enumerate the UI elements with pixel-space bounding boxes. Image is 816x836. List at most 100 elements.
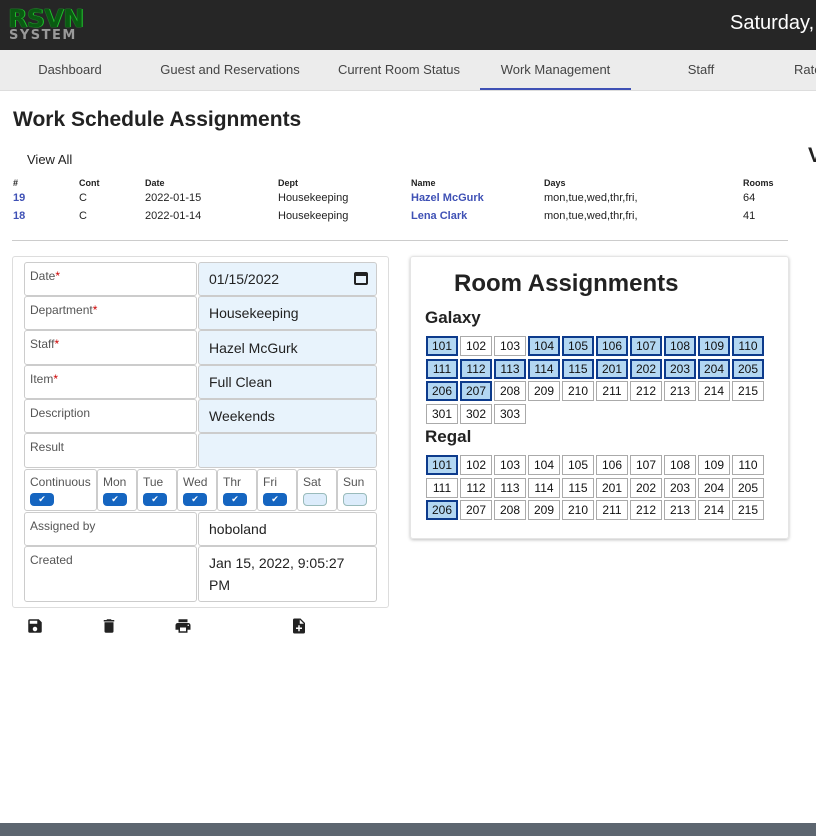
room-cell-regal-209[interactable]: 209 — [528, 500, 560, 521]
room-cell-regal-105[interactable]: 105 — [562, 455, 594, 475]
fri-checkbox[interactable]: Fri ✔ — [257, 469, 297, 511]
col-header-days[interactable]: Days — [544, 178, 566, 188]
room-cell-regal-106[interactable]: 106 — [596, 455, 628, 475]
room-cell-regal-114[interactable]: 114 — [528, 477, 560, 498]
room-cell-regal-201[interactable]: 201 — [596, 477, 628, 498]
room-cell-galaxy-214[interactable]: 214 — [698, 381, 730, 402]
view-all-button[interactable]: View All — [27, 152, 72, 167]
room-cell-galaxy-209[interactable]: 209 — [528, 381, 560, 402]
room-cell-regal-110[interactable]: 110 — [732, 455, 764, 475]
col-header-dept[interactable]: Dept — [278, 178, 298, 188]
staff-select[interactable]: Hazel McGurk — [198, 330, 377, 365]
room-cell-regal-101[interactable]: 101 — [426, 455, 458, 475]
thr-checkbox[interactable]: Thr ✔ — [217, 469, 257, 511]
room-cell-galaxy-105[interactable]: 105 — [562, 336, 594, 356]
room-cell-regal-107[interactable]: 107 — [630, 455, 662, 475]
tab-current-room-status[interactable]: Current Room Status — [335, 50, 463, 90]
room-cell-regal-205[interactable]: 205 — [732, 477, 764, 498]
room-cell-galaxy-212[interactable]: 212 — [630, 381, 662, 402]
room-cell-galaxy-104[interactable]: 104 — [528, 336, 560, 356]
calendar-icon[interactable] — [354, 272, 368, 285]
item-select[interactable]: Full Clean — [198, 365, 377, 399]
room-cell-regal-208[interactable]: 208 — [494, 500, 526, 521]
room-cell-galaxy-108[interactable]: 108 — [664, 336, 696, 356]
room-cell-galaxy-112[interactable]: 112 — [460, 358, 492, 379]
description-input[interactable]: Weekends — [198, 399, 377, 433]
room-cell-galaxy-111[interactable]: 111 — [426, 358, 458, 379]
room-cell-regal-206[interactable]: 206 — [426, 500, 458, 521]
room-cell-galaxy-215[interactable]: 215 — [732, 381, 764, 402]
room-cell-galaxy-106[interactable]: 106 — [596, 336, 628, 356]
room-cell-galaxy-207[interactable]: 207 — [460, 381, 492, 402]
room-cell-galaxy-103[interactable]: 103 — [494, 336, 526, 356]
new-document-icon[interactable] — [290, 617, 308, 635]
room-cell-galaxy-206[interactable]: 206 — [426, 381, 458, 402]
row-name-link[interactable]: Hazel McGurk — [411, 192, 484, 204]
room-cell-regal-212[interactable]: 212 — [630, 500, 662, 521]
room-cell-regal-210[interactable]: 210 — [562, 500, 594, 521]
room-cell-regal-211[interactable]: 211 — [596, 500, 628, 521]
mon-checkbox[interactable]: Mon ✔ — [97, 469, 137, 511]
row-id-link[interactable]: 18 — [13, 210, 25, 222]
col-header-name[interactable]: Name — [411, 178, 436, 188]
room-cell-galaxy-101[interactable]: 101 — [426, 336, 458, 356]
tab-staff[interactable]: Staff — [678, 50, 724, 90]
delete-icon[interactable] — [100, 617, 118, 635]
room-cell-galaxy-301[interactable]: 301 — [426, 403, 458, 424]
room-cell-galaxy-202[interactable]: 202 — [630, 358, 662, 379]
room-cell-galaxy-114[interactable]: 114 — [528, 358, 560, 379]
room-cell-regal-104[interactable]: 104 — [528, 455, 560, 475]
tab-guest-and-reservations[interactable]: Guest and Reservations — [155, 50, 305, 90]
room-cell-regal-214[interactable]: 214 — [698, 500, 730, 521]
room-cell-galaxy-210[interactable]: 210 — [562, 381, 594, 402]
col-header-date[interactable]: Date — [145, 178, 165, 188]
tab-dashboard[interactable]: Dashboard — [30, 50, 110, 90]
room-cell-galaxy-208[interactable]: 208 — [494, 381, 526, 402]
room-cell-regal-203[interactable]: 203 — [664, 477, 696, 498]
room-cell-galaxy-115[interactable]: 115 — [562, 358, 594, 379]
room-cell-regal-108[interactable]: 108 — [664, 455, 696, 475]
tue-checkbox[interactable]: Tue ✔ — [137, 469, 177, 511]
room-cell-regal-112[interactable]: 112 — [460, 477, 492, 498]
room-cell-galaxy-204[interactable]: 204 — [698, 358, 730, 379]
row-id-link[interactable]: 19 — [13, 192, 25, 204]
tab-work-management[interactable]: Work Management — [480, 50, 631, 90]
room-cell-regal-113[interactable]: 113 — [494, 477, 526, 498]
room-cell-regal-109[interactable]: 109 — [698, 455, 730, 475]
result-input[interactable] — [198, 433, 377, 468]
room-cell-galaxy-102[interactable]: 102 — [460, 336, 492, 356]
col-header-rooms[interactable]: Rooms — [743, 178, 774, 188]
room-cell-galaxy-113[interactable]: 113 — [494, 358, 526, 379]
room-cell-regal-102[interactable]: 102 — [460, 455, 492, 475]
room-cell-regal-103[interactable]: 103 — [494, 455, 526, 475]
room-cell-galaxy-201[interactable]: 201 — [596, 358, 628, 379]
room-cell-regal-204[interactable]: 204 — [698, 477, 730, 498]
sat-checkbox[interactable]: Sat — [297, 469, 337, 511]
room-cell-galaxy-211[interactable]: 211 — [596, 381, 628, 402]
app-logo[interactable]: RSVN SYSTEM — [8, 4, 84, 43]
tab-rate[interactable]: Rate — [794, 50, 816, 90]
save-icon[interactable] — [26, 617, 44, 635]
room-cell-galaxy-302[interactable]: 302 — [460, 403, 492, 424]
room-cell-galaxy-213[interactable]: 213 — [664, 381, 696, 402]
room-cell-galaxy-110[interactable]: 110 — [732, 336, 764, 356]
room-cell-regal-215[interactable]: 215 — [732, 500, 764, 521]
room-cell-galaxy-109[interactable]: 109 — [698, 336, 730, 356]
room-cell-galaxy-303[interactable]: 303 — [494, 403, 526, 424]
room-cell-regal-115[interactable]: 115 — [562, 477, 594, 498]
room-cell-galaxy-203[interactable]: 203 — [664, 358, 696, 379]
date-input[interactable]: 01/15/2022 — [198, 262, 377, 296]
room-cell-galaxy-205[interactable]: 205 — [732, 358, 764, 379]
room-cell-regal-202[interactable]: 202 — [630, 477, 662, 498]
row-name-link[interactable]: Lena Clark — [411, 210, 467, 222]
col-header-cont[interactable]: Cont — [79, 178, 100, 188]
sun-checkbox[interactable]: Sun — [337, 469, 377, 511]
department-select[interactable]: Housekeeping — [198, 296, 377, 330]
room-cell-regal-207[interactable]: 207 — [460, 500, 492, 521]
continuous-checkbox[interactable]: Continuous ✔ — [24, 469, 97, 511]
col-header-number[interactable]: # — [13, 178, 18, 188]
room-cell-regal-111[interactable]: 111 — [426, 477, 458, 498]
room-cell-galaxy-107[interactable]: 107 — [630, 336, 662, 356]
room-cell-regal-213[interactable]: 213 — [664, 500, 696, 521]
print-icon[interactable] — [174, 617, 192, 635]
